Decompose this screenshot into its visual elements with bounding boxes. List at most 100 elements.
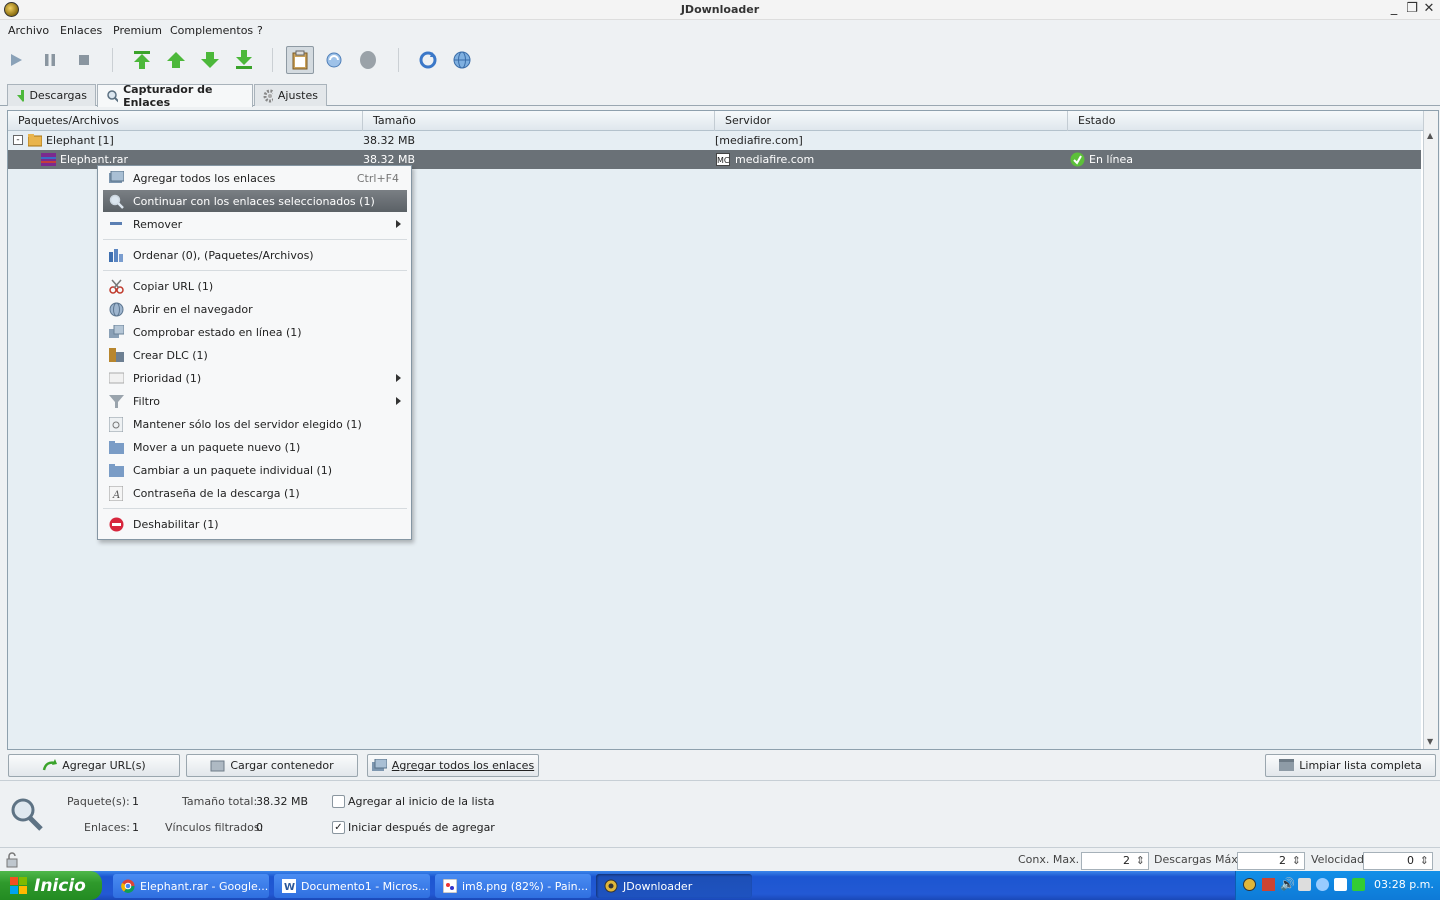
load-container-button[interactable]: Cargar contenedor (186, 754, 358, 777)
menu-item-sort[interactable]: Ordenar (0), (Paquetes/Archivos) (103, 244, 407, 266)
add-to-top-checkbox[interactable] (332, 795, 345, 808)
taskbar-item-paint[interactable]: im8.png (82%) - Pain... (435, 874, 591, 898)
column-packages[interactable]: Paquetes/Archivos (8, 111, 363, 131)
menu-item-filter[interactable]: Filtro (103, 390, 407, 412)
menu-item-keep-host[interactable]: Mantener sólo los del servidor elegido (… (103, 413, 407, 435)
linkgrabber-magnifier-icon (11, 798, 43, 831)
taskbar-item-word[interactable]: W Documento1 - Micros... (274, 874, 430, 898)
taskbar-item-jdownloader[interactable]: JDownloader (596, 874, 752, 898)
add-all-links-button[interactable]: Agregar todos los enlaces (367, 754, 539, 777)
max-connections-spinner[interactable]: 2 (1081, 852, 1149, 870)
network-icon[interactable] (1316, 878, 1329, 891)
web-update-button[interactable] (448, 46, 476, 74)
menu-item-password[interactable]: A Contraseña de la descarga (1) (103, 482, 407, 504)
column-host[interactable]: Servidor (715, 111, 1068, 131)
reconnect-icon (326, 52, 342, 68)
scroll-down-icon[interactable]: ▼ (1427, 737, 1433, 746)
tray-app-icon[interactable] (1334, 878, 1347, 891)
column-status[interactable]: Estado (1068, 111, 1423, 131)
max-connections-label: Conx. Max. (1018, 853, 1080, 866)
antivirus-tray-icon[interactable] (1262, 878, 1275, 891)
maximize-icon[interactable]: ❐ (1404, 2, 1420, 18)
clear-list-label: Limpiar lista completa (1299, 759, 1422, 772)
collapse-toggle-icon[interactable]: - (13, 135, 23, 145)
volume-icon[interactable]: 🔊 (1280, 877, 1295, 891)
priority-icon (108, 370, 124, 386)
package-host: [mediafire.com] (715, 134, 803, 147)
column-size[interactable]: Tamaño (363, 111, 715, 131)
server-icon (108, 416, 124, 432)
menu-complementos[interactable]: Complementos (170, 24, 253, 37)
start-button[interactable] (2, 46, 30, 74)
packages-label: Paquete(s): (67, 795, 130, 808)
menu-item-continue-selected[interactable]: Continuar con los enlaces seleccionados … (103, 190, 407, 212)
tray-app-icon[interactable] (1298, 878, 1311, 891)
context-menu: Agregar todos los enlaces Ctrl+F4 Contin… (97, 165, 412, 540)
mediafire-host-icon: MC (716, 153, 730, 166)
start-button[interactable]: Inicio (0, 871, 102, 900)
menu-item-accelerator: Ctrl+F4 (356, 171, 399, 185)
add-url-arrow-icon (43, 759, 58, 771)
menu-item-copy-url[interactable]: Copiar URL (1) (103, 275, 407, 297)
menu-item-create-dlc[interactable]: Crear DLC (1) (103, 344, 407, 366)
move-down-button[interactable] (196, 46, 224, 74)
total-size-value: 38.32 MB (256, 795, 309, 808)
premium-button[interactable] (354, 46, 382, 74)
menu-item-check-online[interactable]: Comprobar estado en línea (1) (103, 321, 407, 343)
menu-enlaces[interactable]: Enlaces (60, 24, 102, 37)
tab-ajustes[interactable]: Ajustes (254, 84, 327, 106)
menu-bar: Archivo Enlaces Premium Complementos ? (0, 21, 1440, 41)
toolbar-separator (112, 48, 113, 72)
clear-list-button[interactable]: Limpiar lista completa (1265, 754, 1436, 777)
minimize-icon[interactable]: _ (1386, 2, 1402, 18)
move-up-button[interactable] (162, 46, 190, 74)
tab-capturador[interactable]: Capturador de Enlaces (97, 83, 253, 109)
svg-text:A: A (112, 490, 120, 501)
move-top-button[interactable] (128, 46, 156, 74)
update-button[interactable] (414, 46, 442, 74)
start-after-add-checkbox[interactable]: ✓ (332, 821, 345, 834)
menu-item-label: Abrir en el navegador (133, 302, 253, 316)
security-check-icon[interactable] (1352, 878, 1365, 891)
speed-spinner[interactable]: 0 (1363, 852, 1433, 870)
word-icon: W (282, 879, 296, 893)
menu-item-add-all-links[interactable]: Agregar todos los enlaces Ctrl+F4 (103, 167, 407, 189)
jdownloader-tray-icon[interactable] (1243, 878, 1256, 891)
tab-label: Capturador de Enlaces (123, 83, 213, 109)
file-host: mediafire.com (735, 153, 815, 166)
menu-item-label: Continuar con los enlaces seleccionados … (133, 194, 375, 208)
menu-item-split-package[interactable]: Cambiar a un paquete individual (1) (103, 459, 407, 481)
menu-item-priority[interactable]: Prioridad (1) (103, 367, 407, 389)
tab-descargas[interactable]: Descargas (7, 84, 96, 106)
arrow-top-icon (134, 51, 150, 69)
taskbar-item-chrome[interactable]: Elephant.rar - Google... (113, 874, 269, 898)
menu-help[interactable]: ? (257, 24, 263, 37)
globe-icon (453, 51, 471, 69)
menu-item-remove[interactable]: Remover (103, 213, 407, 235)
menu-item-move-new-package[interactable]: Mover a un paquete nuevo (1) (103, 436, 407, 458)
paint-icon (443, 879, 457, 893)
reconnect-button[interactable] (320, 46, 348, 74)
scroll-up-icon[interactable]: ▲ (1427, 131, 1433, 140)
menu-item-label: Contraseña de la descarga (1) (133, 486, 300, 500)
max-downloads-spinner[interactable]: 2 (1237, 852, 1305, 870)
add-urls-button[interactable]: Agregar URL(s) (8, 754, 180, 777)
vertical-scrollbar[interactable]: ▲ ▼ (1423, 111, 1438, 749)
clipboard-toggle-button[interactable] (286, 46, 314, 74)
menu-premium[interactable]: Premium (113, 24, 162, 37)
pause-button[interactable] (36, 46, 64, 74)
menu-archivo[interactable]: Archivo (8, 24, 49, 37)
gear-icon (263, 89, 273, 102)
add-links-icon (108, 170, 124, 186)
filtered-links-label: Vínculos filtrados: (165, 821, 264, 834)
toolbar-separator (398, 48, 399, 72)
move-bottom-button[interactable] (230, 46, 258, 74)
stop-button[interactable] (70, 46, 98, 74)
menu-item-open-browser[interactable]: Abrir en el navegador (103, 298, 407, 320)
menu-item-disable[interactable]: Deshabilitar (1) (103, 513, 407, 535)
close-icon[interactable]: ✕ (1421, 2, 1437, 18)
online-check-icon (1070, 152, 1085, 167)
scissors-icon (108, 278, 124, 294)
add-links-icon (371, 759, 387, 771)
table-row-package[interactable]: - Elephant [1] 38.32 MB [mediafire.com] (8, 131, 1421, 150)
